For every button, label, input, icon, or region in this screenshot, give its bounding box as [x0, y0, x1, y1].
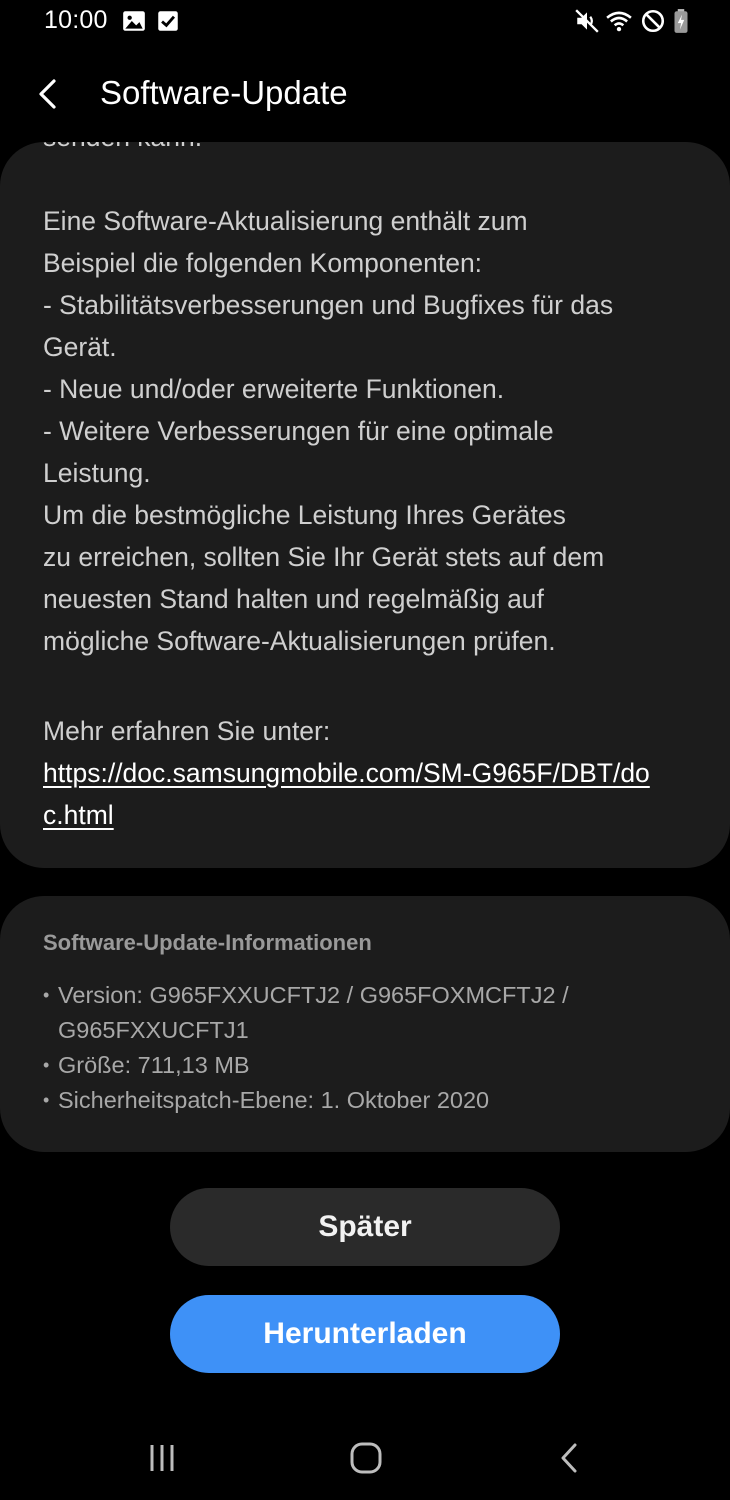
- description-body: Eine Software-Aktualisierung enthält zum…: [43, 206, 614, 656]
- back-arrow-icon: [39, 79, 56, 109]
- back-button[interactable]: [22, 68, 74, 120]
- download-button[interactable]: Herunterladen: [170, 1295, 560, 1373]
- image-icon: [123, 11, 145, 31]
- update-description-text: senden kann. Eine Software-Aktualisierun…: [43, 142, 703, 662]
- recent-apps-icon: [150, 1445, 174, 1471]
- battery-charging-icon: [674, 9, 688, 33]
- info-security-patch: Sicherheitspatch-Ebene: 1. Oktober 2020: [43, 1083, 683, 1118]
- info-list: Version: G965FXXUCFTJ2 / G965FOXMCFTJ2 /…: [43, 978, 683, 1118]
- update-description-card: senden kann. Eine Software-Aktualisierun…: [0, 142, 730, 868]
- mute-icon: [575, 9, 599, 33]
- info-size: Größe: 711,13 MB: [43, 1048, 683, 1083]
- nav-back-button[interactable]: [540, 1436, 600, 1480]
- later-button[interactable]: Später: [170, 1188, 560, 1266]
- navigation-bar: [0, 1418, 730, 1500]
- page-title: Software-Update: [100, 74, 348, 111]
- status-bar: 10:00: [0, 0, 730, 44]
- checkbox-icon: [158, 11, 178, 31]
- home-button[interactable]: [336, 1436, 396, 1480]
- do-not-disturb-icon: [641, 9, 665, 33]
- info-heading: Software-Update-Informationen: [43, 930, 372, 955]
- back-icon: [561, 1443, 577, 1473]
- status-time: 10:00: [44, 6, 108, 34]
- app-bar: Software-Update: [0, 54, 730, 134]
- info-version: Version: G965FXXUCFTJ2 / G965FOXMCFTJ2 /…: [43, 978, 683, 1048]
- recent-apps-button[interactable]: [132, 1436, 192, 1480]
- more-info-label: Mehr erfahren Sie unter:: [43, 716, 331, 746]
- clipped-line: senden kann.: [43, 142, 202, 152]
- wifi-icon: [606, 11, 632, 32]
- home-icon: [350, 1442, 382, 1474]
- update-info-card: Software-Update-Informationen Version: G…: [0, 896, 730, 1152]
- documentation-link[interactable]: https://doc.samsungmobile.com/SM-G965F/D…: [43, 752, 663, 836]
